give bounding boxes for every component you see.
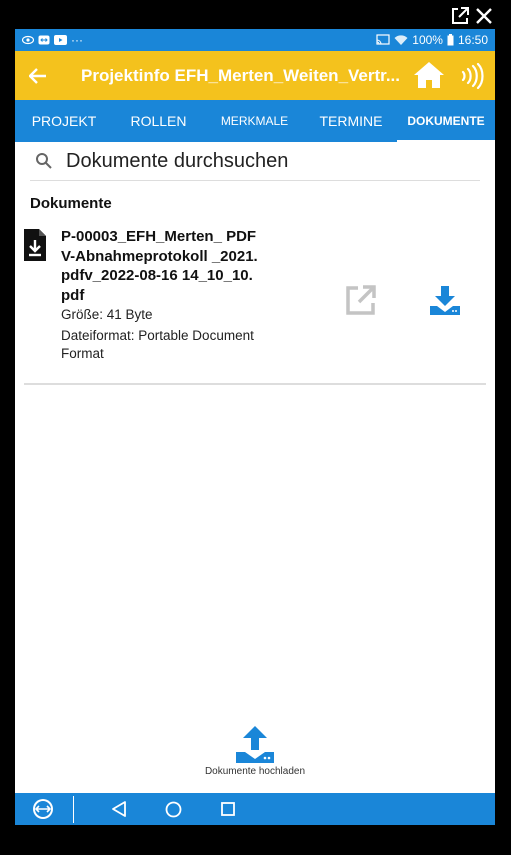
- document-format: Dateiformat: Portable Document Format: [61, 328, 254, 361]
- external-window-icon[interactable]: [451, 7, 469, 25]
- upload-label: Dokumente hochladen: [204, 766, 306, 777]
- android-nav-bar: [15, 793, 495, 825]
- eye-icon: [22, 35, 34, 45]
- active-tab-indicator: [397, 140, 495, 142]
- section-title: Dokumente: [30, 195, 112, 212]
- nav-back-icon[interactable]: [111, 801, 127, 817]
- search-input[interactable]: [66, 149, 466, 173]
- tab-termine[interactable]: TERMINE: [305, 100, 397, 142]
- close-window-icon[interactable]: [475, 7, 493, 25]
- nav-recent-apps-icon[interactable]: [221, 802, 235, 816]
- tab-dokumente[interactable]: DOKUMENTE: [397, 100, 495, 142]
- battery-percent: 100%: [412, 33, 443, 47]
- nav-divider: [73, 796, 74, 823]
- video-icon: [54, 35, 67, 45]
- document-name: P-00003_EFH_Merten_ PDFV-Abnahmeprotokol…: [61, 228, 258, 304]
- upload-button[interactable]: Dokumente hochladen: [15, 724, 495, 777]
- search-icon: [36, 153, 52, 169]
- document-item[interactable]: P-00003_EFH_Merten_ PDFV-Abnahmeprotokol…: [24, 225, 486, 385]
- document-size: Größe: 41 Byte: [61, 307, 153, 322]
- wifi-icon: [394, 35, 408, 45]
- cast-icon: [376, 34, 390, 45]
- app-screen: ··· 100% 16:50 Projektinfo EFH_Merten_We…: [15, 29, 495, 825]
- arrow-back-icon: [29, 67, 46, 84]
- status-bar: ··· 100% 16:50: [15, 29, 495, 51]
- nav-home-icon[interactable]: [165, 801, 182, 818]
- teamviewer-icon[interactable]: [32, 798, 54, 820]
- page-title: Projektinfo EFH_Merten_Weiten_Vertr...: [81, 65, 400, 85]
- clock: 16:50: [457, 33, 488, 47]
- search-bar: [30, 142, 480, 181]
- nfc-icon[interactable]: [458, 63, 484, 89]
- more-notifications-icon: ···: [71, 33, 83, 47]
- tab-merkmale[interactable]: MERKMALE: [204, 100, 305, 142]
- upload-icon: [236, 726, 274, 763]
- home-icon[interactable]: [413, 60, 445, 90]
- back-button[interactable]: [15, 51, 61, 100]
- battery-icon: [447, 34, 454, 46]
- file-download-icon: [24, 229, 46, 261]
- open-external-icon[interactable]: [345, 284, 377, 316]
- download-icon[interactable]: [429, 284, 461, 316]
- tab-bar: PROJEKT ROLLEN MERKMALE TERMINE DOKUMENT…: [15, 100, 495, 142]
- app-bar: Projektinfo EFH_Merten_Weiten_Vertr...: [15, 51, 495, 100]
- window-controls: [0, 0, 511, 30]
- teamviewer-status-icon: [38, 35, 50, 45]
- tab-projekt[interactable]: PROJEKT: [15, 100, 113, 142]
- tab-rollen[interactable]: ROLLEN: [113, 100, 204, 142]
